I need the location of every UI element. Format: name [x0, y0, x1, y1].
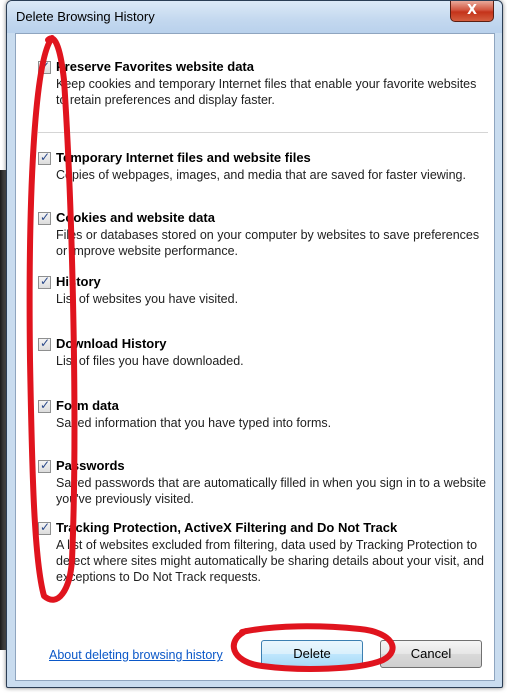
option-description: Saved passwords that are automatically f… — [56, 476, 487, 506]
separator — [38, 132, 488, 133]
option-description: Keep cookies and temporary Internet file… — [56, 77, 477, 107]
about-deleting-history-link[interactable]: About deleting browsing history — [49, 648, 223, 662]
checkbox-preserve-favorites[interactable]: ✓ — [38, 59, 51, 74]
option-description: List of files you have downloaded. — [56, 354, 244, 368]
option-description: List of websites you have visited. — [56, 292, 239, 306]
option-title: Tracking Protection, ActiveX Filtering a… — [56, 520, 398, 535]
dialog-body: ✓ Preserve Favorites website data Keep c… — [15, 33, 495, 681]
delete-button[interactable]: Delete — [261, 640, 363, 668]
title-bar[interactable]: Delete Browsing History X — [7, 1, 502, 33]
option-title: Preserve Favorites website data — [56, 59, 254, 74]
checkmark-icon: ✓ — [39, 150, 51, 164]
checkbox-temporary-internet-files[interactable]: ✓ — [38, 150, 51, 165]
checkbox-passwords[interactable]: ✓ — [38, 458, 51, 473]
checkbox-tracking-protection[interactable]: ✓ — [38, 520, 51, 535]
checkbox-cookies[interactable]: ✓ — [38, 210, 51, 225]
close-icon: X — [466, 3, 478, 18]
option-description: Copies of webpages, images, and media th… — [56, 168, 466, 182]
cancel-button[interactable]: Cancel — [380, 640, 482, 668]
option-description: Saved information that you have typed in… — [56, 416, 332, 430]
checkbox-history[interactable]: ✓ — [38, 274, 51, 289]
checkmark-icon: ✓ — [39, 398, 51, 412]
checkmark-icon: ✓ — [39, 274, 51, 288]
option-title: History — [56, 274, 101, 289]
option-title: Passwords — [56, 458, 125, 473]
checkmark-icon: ✓ — [39, 520, 51, 534]
option-description: A list of websites excluded from filteri… — [56, 538, 485, 584]
checkbox-download-history[interactable]: ✓ — [38, 336, 51, 351]
option-title: Download History — [56, 336, 167, 351]
close-button[interactable]: X — [450, 1, 494, 22]
checkmark-icon: ✓ — [39, 336, 51, 350]
delete-browsing-history-dialog: Delete Browsing History X ✓ Preserve Fav… — [6, 0, 503, 688]
checkmark-icon: ✓ — [39, 458, 51, 472]
dialog-title: Delete Browsing History — [16, 9, 155, 24]
option-description: Files or databases stored on your comput… — [56, 228, 480, 258]
checkmark-icon: ✓ — [39, 59, 51, 73]
option-title: Form data — [56, 398, 119, 413]
checkmark-icon: ✓ — [39, 210, 51, 224]
option-title: Temporary Internet files and website fil… — [56, 150, 311, 165]
checkbox-form-data[interactable]: ✓ — [38, 398, 51, 413]
option-title: Cookies and website data — [56, 210, 215, 225]
